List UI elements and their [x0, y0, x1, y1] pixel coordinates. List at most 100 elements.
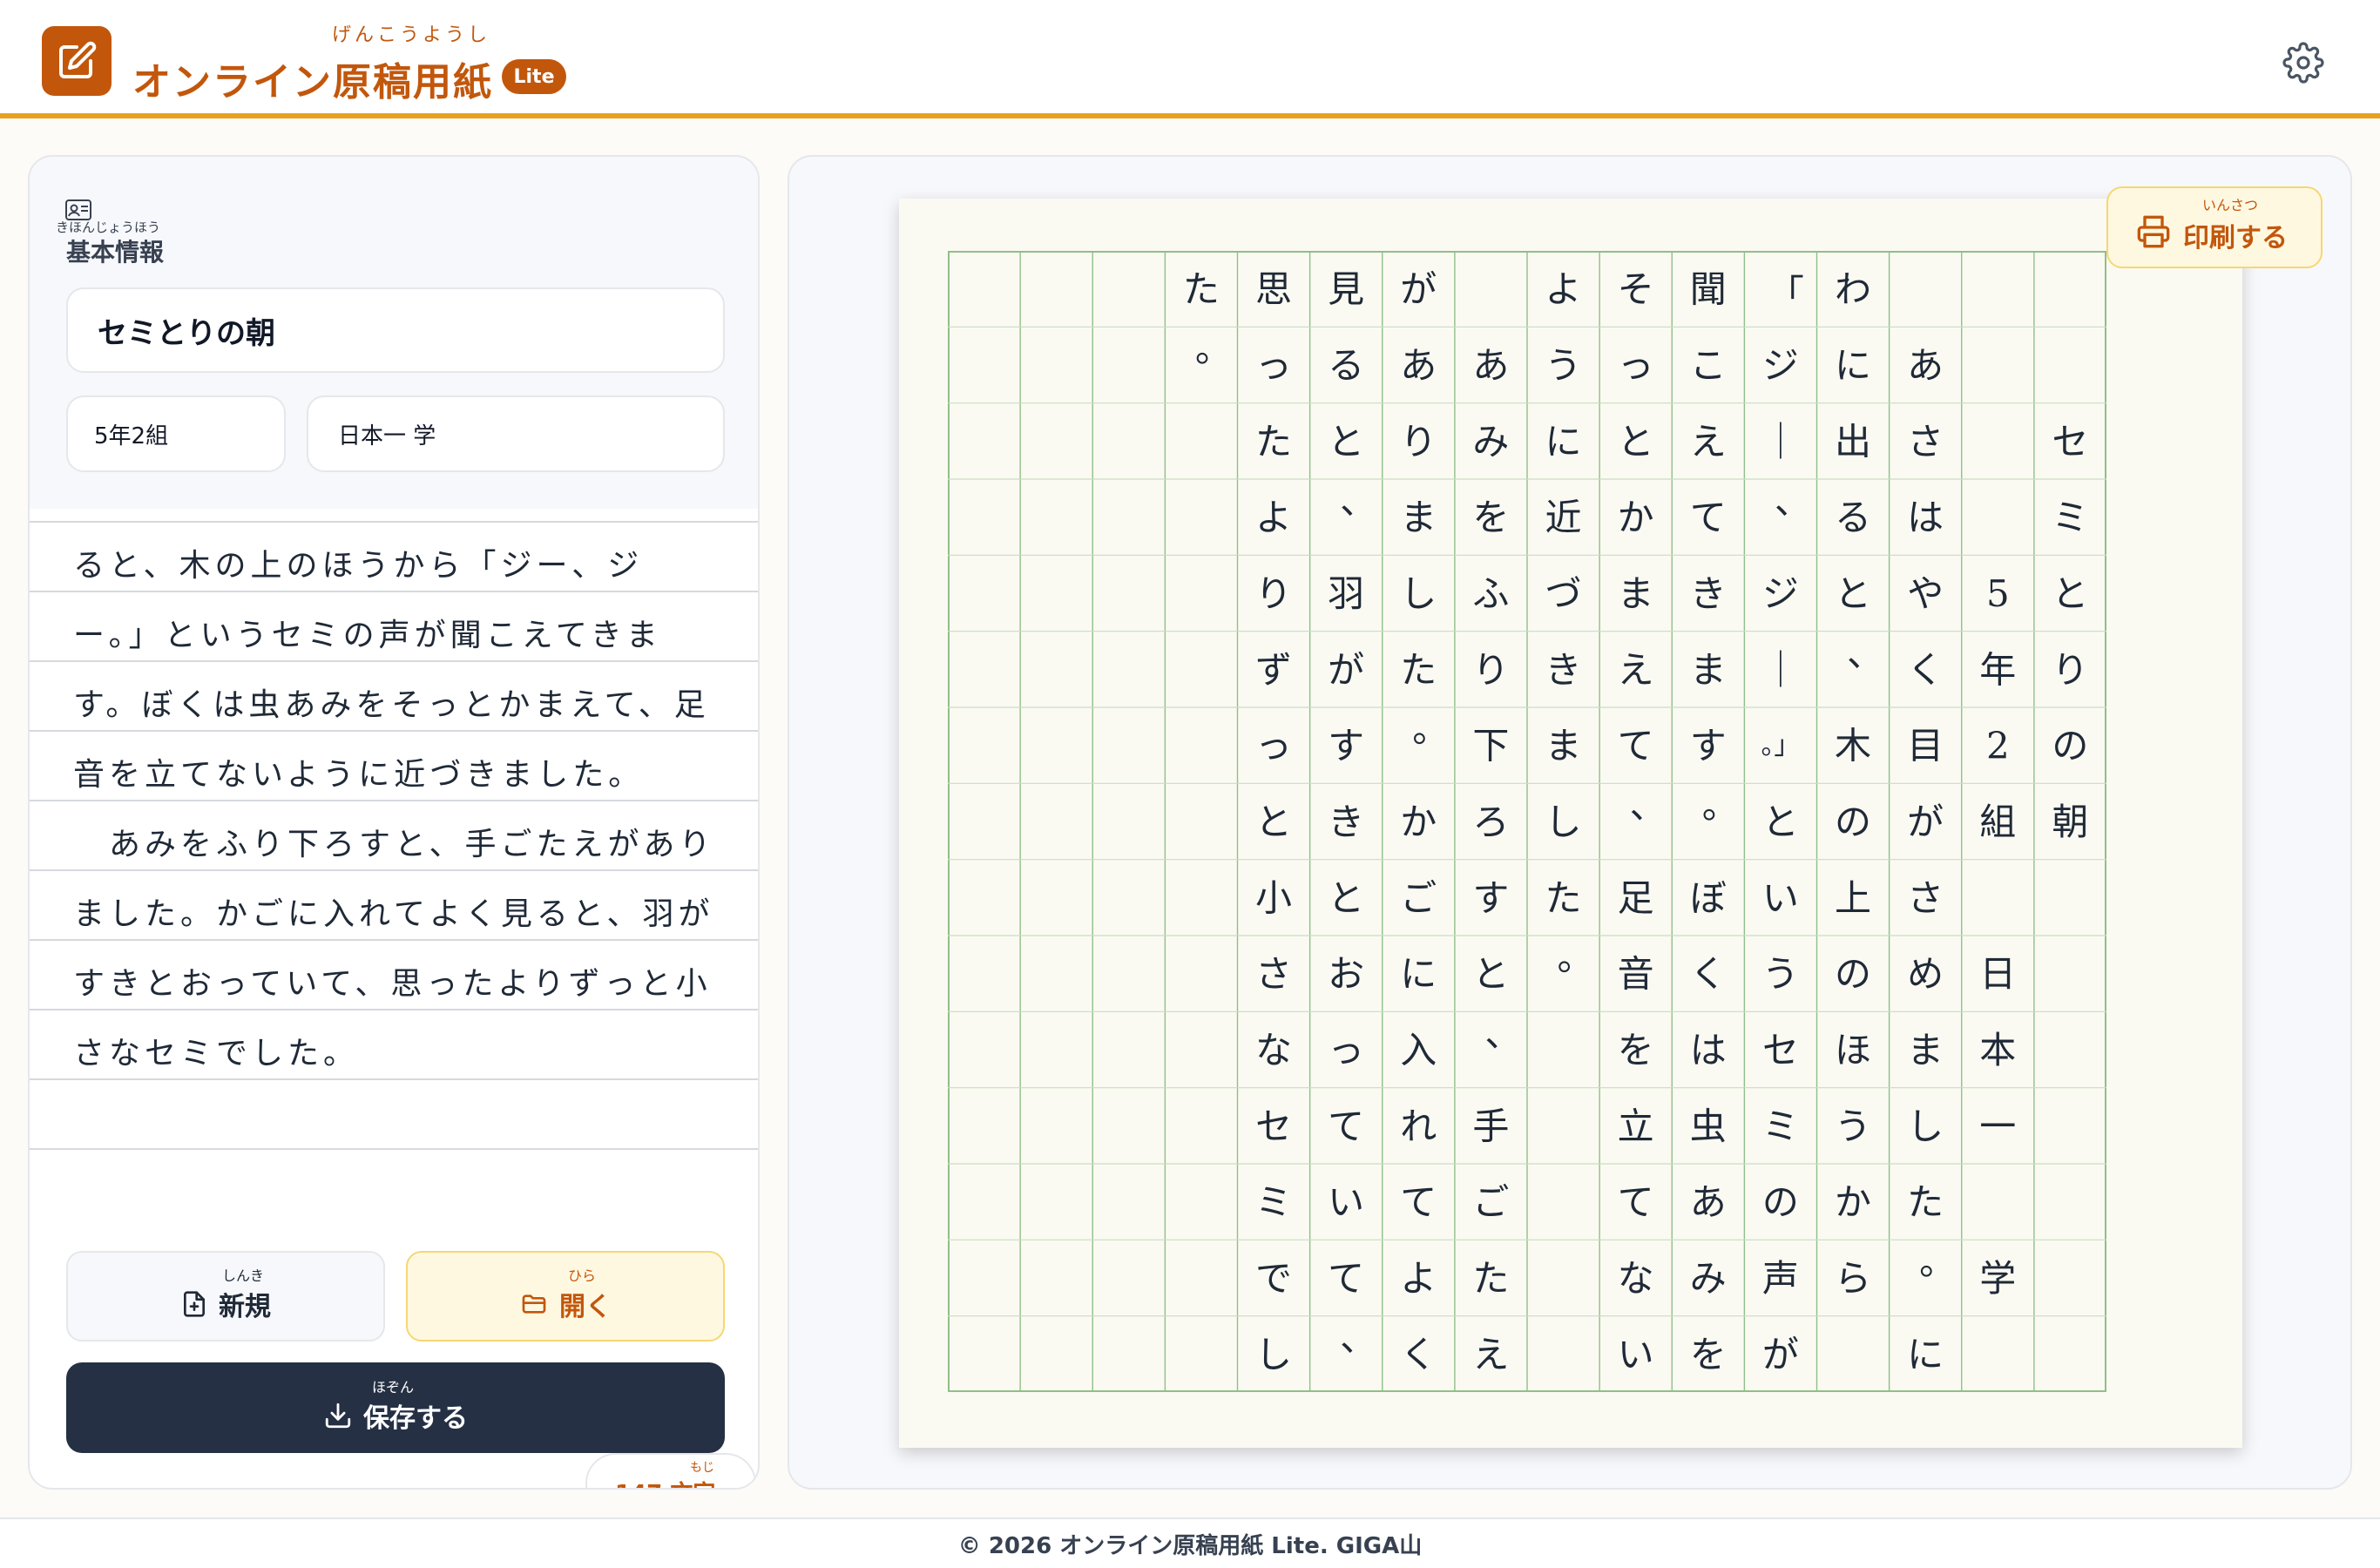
manuscript-char: す [1328, 725, 1364, 767]
manuscript-char: 目 [1907, 725, 1944, 767]
settings-gear-icon[interactable] [2282, 42, 2324, 84]
manuscript-char: り [1400, 420, 1437, 463]
manuscript-char: に [1545, 420, 1582, 463]
manuscript-char: い [1762, 876, 1799, 919]
manuscript-paper: セミとりの朝 5 年 2 組日本一学あさはやく目がさめました。にわに出ると、木の上のほう… [899, 199, 2242, 1448]
manuscript-char: り [1255, 572, 1292, 615]
save-ruby: ほぞん [372, 1379, 415, 1396]
manuscript-char: 組 [1979, 801, 2016, 843]
manuscript-char: き [1690, 572, 1727, 615]
manuscript-char: し [1907, 1105, 1944, 1147]
print-button[interactable]: いんさつ 印刷する [2106, 186, 2323, 268]
manuscript-char: 本 [1979, 1029, 2016, 1071]
title-input[interactable]: セミとりの朝 [66, 287, 725, 373]
manuscript-char: と [2052, 572, 2088, 615]
open-button[interactable]: ひら 開く [406, 1251, 725, 1342]
editor-line: す。ぼくは虫あみをそっとかまえて、足 [73, 687, 710, 723]
manuscript-char: 学 [1979, 1257, 2016, 1300]
manuscript-char: 入 [1400, 1029, 1437, 1071]
manuscript-char: あ [1472, 344, 1509, 387]
manuscript-char: 近 [1545, 497, 1582, 539]
manuscript-char: を [1472, 497, 1509, 539]
file-plus-icon [184, 1291, 205, 1317]
manuscript-char: の [2052, 725, 2088, 767]
manuscript-char: よ [1400, 1257, 1437, 1300]
manuscript-char: っ [1328, 1029, 1364, 1071]
manuscript-char: か [1400, 801, 1437, 843]
manuscript-char: か [1835, 1181, 1871, 1224]
new-button[interactable]: しんき 新規 [66, 1251, 385, 1342]
manuscript-char: 下 [1472, 725, 1509, 767]
printer-icon [2136, 214, 2171, 249]
manuscript-char: 朝 [2052, 801, 2088, 843]
manuscript-char: さ [1907, 876, 1944, 919]
manuscript-char: づ [1545, 572, 1582, 615]
manuscript-char: 、 [1340, 1316, 1376, 1359]
manuscript-char: 、 [1484, 1012, 1521, 1055]
manuscript-char: 木 [1835, 725, 1871, 767]
download-icon [325, 1402, 351, 1429]
editor-line: あみをふり下ろすと、手ごたえがあり [73, 827, 715, 862]
manuscript-char: ミ [1255, 1181, 1292, 1224]
manuscript-char: は [1907, 497, 1944, 539]
manuscript-char: に [1835, 344, 1871, 387]
manuscript-char: ま [1618, 572, 1654, 615]
manuscript-char: が [1328, 648, 1364, 691]
manuscript-char: 5 [1986, 572, 2010, 615]
manuscript-char: て [1618, 1181, 1654, 1224]
manuscript-char: が [1907, 801, 1944, 843]
manuscript-char: 羽 [1328, 572, 1364, 615]
lite-badge: Lite [502, 59, 566, 94]
text-editor[interactable]: ると、木の上のほうから「ジー、ジ ー。」というセミの声が聞こえてきま す。ぼくは虫あ… [30, 509, 758, 1488]
manuscript-char: と [1835, 572, 1871, 615]
new-ruby: しんき [222, 1267, 265, 1284]
manuscript-char: と [1618, 420, 1654, 463]
manuscript-char: い [1328, 1181, 1364, 1224]
save-button[interactable]: ほぞん 保存する [66, 1362, 725, 1453]
manuscript-char: た [1472, 1257, 1509, 1300]
manuscript-char: う [1545, 344, 1582, 387]
manuscript-char: か [1618, 497, 1654, 539]
manuscript-char: よ [1545, 268, 1582, 311]
manuscript-char: を [1618, 1029, 1654, 1071]
name-input[interactable]: 日本一 学 [307, 395, 725, 472]
manuscript-char: よ [1255, 497, 1292, 539]
manuscript-char: 。 [1412, 708, 1449, 751]
manuscript-char: ご [1400, 876, 1437, 919]
manuscript-char: て [1400, 1181, 1437, 1224]
manuscript-char: ｜ [1762, 648, 1799, 691]
editor-panel: きほんじょうほう 基本情報 セミとりの朝 5年2組 日本一 学 ると、木の上のほ… [28, 155, 760, 1490]
manuscript-char: セ [2052, 420, 2088, 463]
manuscript-char: の [1835, 801, 1871, 843]
manuscript-char: み [1472, 420, 1509, 463]
manuscript-char: 足 [1618, 876, 1654, 919]
manuscript-char: 。 [1558, 936, 1594, 979]
manuscript-char: 年 [1979, 648, 2016, 691]
editor-text[interactable]: ると、木の上のほうから「ジー、ジ ー。」というセミの声が聞こえてきま す。ぼくは虫あ… [73, 531, 735, 1089]
manuscript-char: を [1690, 1333, 1727, 1375]
preview-panel: セミとりの朝 5 年 2 組日本一学あさはやく目がさめました。にわに出ると、木の上のほう… [788, 155, 2352, 1490]
manuscript-char: ｜ [1762, 420, 1799, 463]
manuscript-char: す [1690, 725, 1727, 767]
print-ruby: いんさつ [2202, 197, 2259, 213]
folder-icon [522, 1294, 546, 1314]
manuscript-char: た [1545, 876, 1582, 919]
manuscript-char: そ [1618, 268, 1654, 311]
manuscript-char: の [1762, 1181, 1799, 1224]
manuscript-char: で [1255, 1257, 1292, 1300]
manuscript-char: な [1255, 1029, 1292, 1071]
manuscript-char: 立 [1618, 1105, 1654, 1147]
manuscript-char: り [1472, 648, 1509, 691]
manuscript-char: ほ [1835, 1029, 1871, 1071]
manuscript-char: し [1400, 572, 1437, 615]
manuscript-char: わ [1835, 268, 1871, 311]
manuscript-char: っ [1255, 725, 1292, 767]
manuscript-char: れ [1400, 1105, 1437, 1147]
save-label: 保存する [363, 1403, 468, 1434]
manuscript-char: る [1835, 497, 1871, 539]
manuscript-char: 小 [1255, 876, 1292, 919]
manuscript-char: っ [1618, 344, 1654, 387]
class-input[interactable]: 5年2組 [66, 395, 286, 472]
editor-line: 音を立てないように近づきました。 [73, 757, 645, 793]
basic-info-label: 基本情報 [66, 238, 165, 267]
